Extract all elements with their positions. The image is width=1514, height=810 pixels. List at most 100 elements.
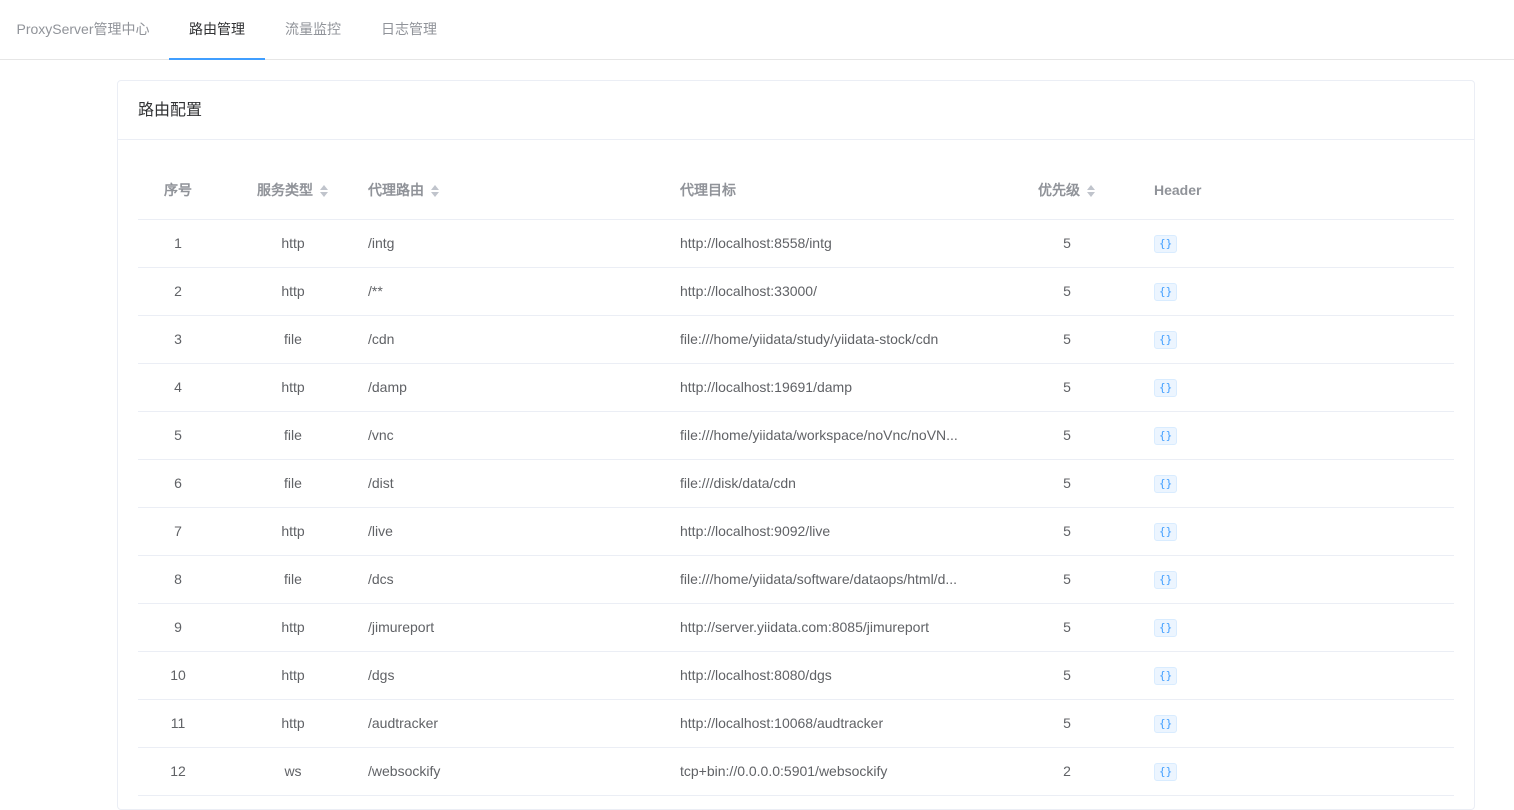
header-tag[interactable]: {} <box>1154 234 1178 253</box>
cell-index: 7 <box>138 507 218 556</box>
tab-traffic-monitor[interactable]: 流量监控 <box>265 0 361 60</box>
table-row: 10 http /dgs http://localhost:8080/dgs 5… <box>138 651 1454 700</box>
cell-index: 11 <box>138 699 218 748</box>
cell-index: 6 <box>138 459 218 508</box>
header-tag[interactable]: {} <box>1154 522 1178 541</box>
table-row: 2 http /** http://localhost:33000/ 5 {} <box>138 267 1454 316</box>
cell-type: file <box>218 555 368 604</box>
cell-route: /vnc <box>368 411 680 460</box>
cell-type: http <box>218 603 368 652</box>
col-route[interactable]: 代理路由 <box>368 161 680 220</box>
sort-caret-icon[interactable] <box>430 184 440 198</box>
sort-caret-icon[interactable] <box>319 184 329 198</box>
cell-priority: 5 <box>992 315 1142 364</box>
header-tag[interactable]: {} <box>1154 714 1178 733</box>
header-tag[interactable]: {} <box>1154 426 1178 445</box>
cell-target: http://server.yiidata.com:8085/jimurepor… <box>680 603 992 652</box>
nav-brand[interactable]: ProxyServer管理中心 <box>0 0 166 60</box>
cell-target: file:///home/yiidata/software/dataops/ht… <box>680 555 992 604</box>
cell-target: file:///home/yiidata/workspace/noVnc/noV… <box>680 411 992 460</box>
header-tag[interactable]: {} <box>1154 618 1178 637</box>
header-tag[interactable]: {} <box>1154 378 1178 397</box>
cell-priority: 5 <box>992 555 1142 604</box>
col-index: 序号 <box>138 161 218 220</box>
route-table-wrap: 序号 服务类型 代理路由 代理目标 优先级 Header 1 http /int… <box>138 161 1454 796</box>
cell-header: {} <box>1142 363 1454 412</box>
cell-index: 1 <box>138 219 218 268</box>
table-row: 8 file /dcs file:///home/yiidata/softwar… <box>138 555 1454 604</box>
cell-route: /cdn <box>368 315 680 364</box>
table-header-row: 序号 服务类型 代理路由 代理目标 优先级 Header <box>138 161 1454 220</box>
table-row: 11 http /audtracker http://localhost:100… <box>138 699 1454 748</box>
cell-type: file <box>218 315 368 364</box>
cell-header: {} <box>1142 507 1454 556</box>
cell-route: /websockify <box>368 747 680 796</box>
cell-priority: 5 <box>992 651 1142 700</box>
cell-route: /live <box>368 507 680 556</box>
cell-index: 3 <box>138 315 218 364</box>
cell-header: {} <box>1142 747 1454 796</box>
table-row: 9 http /jimureport http://server.yiidata… <box>138 603 1454 652</box>
cell-target: http://localhost:10068/audtracker <box>680 699 992 748</box>
col-type[interactable]: 服务类型 <box>218 161 368 220</box>
table-row: 5 file /vnc file:///home/yiidata/workspa… <box>138 411 1454 460</box>
table-row: 4 http /damp http://localhost:19691/damp… <box>138 363 1454 412</box>
route-table: 序号 服务类型 代理路由 代理目标 优先级 Header 1 http /int… <box>138 161 1454 796</box>
sort-caret-icon[interactable] <box>1086 184 1096 198</box>
cell-route: /audtracker <box>368 699 680 748</box>
table-row: 7 http /live http://localhost:9092/live … <box>138 507 1454 556</box>
cell-route: /dcs <box>368 555 680 604</box>
header-tag[interactable]: {} <box>1154 474 1178 493</box>
table-row: 12 ws /websockify tcp+bin://0.0.0.0:5901… <box>138 747 1454 796</box>
cell-target: tcp+bin://0.0.0.0:5901/websockify <box>680 747 992 796</box>
cell-target: http://localhost:8558/intg <box>680 219 992 268</box>
cell-route: /dist <box>368 459 680 508</box>
cell-header: {} <box>1142 411 1454 460</box>
cell-index: 8 <box>138 555 218 604</box>
cell-type: http <box>218 267 368 316</box>
col-target: 代理目标 <box>680 161 992 220</box>
header-tag[interactable]: {} <box>1154 282 1178 301</box>
cell-index: 10 <box>138 651 218 700</box>
card-title: 路由配置 <box>118 81 1474 140</box>
cell-header: {} <box>1142 699 1454 748</box>
cell-header: {} <box>1142 555 1454 604</box>
cell-route: /intg <box>368 219 680 268</box>
cell-target: http://localhost:9092/live <box>680 507 992 556</box>
route-config-card: 路由配置 序号 服务类型 代理路由 代理目标 优先级 Header 1 http… <box>117 80 1475 810</box>
cell-header: {} <box>1142 267 1454 316</box>
col-header: Header <box>1142 161 1454 220</box>
cell-index: 12 <box>138 747 218 796</box>
cell-target: file:///home/yiidata/study/yiidata-stock… <box>680 315 992 364</box>
cell-priority: 2 <box>992 747 1142 796</box>
cell-route: /** <box>368 267 680 316</box>
cell-target: http://localhost:8080/dgs <box>680 651 992 700</box>
tab-route-management[interactable]: 路由管理 <box>169 0 265 60</box>
cell-type: http <box>218 363 368 412</box>
header-tag[interactable]: {} <box>1154 762 1178 781</box>
tab-log-management[interactable]: 日志管理 <box>361 0 457 60</box>
cell-type: file <box>218 411 368 460</box>
col-priority[interactable]: 优先级 <box>992 161 1142 220</box>
header-tag[interactable]: {} <box>1154 330 1178 349</box>
cell-index: 9 <box>138 603 218 652</box>
cell-type: http <box>218 651 368 700</box>
cell-index: 4 <box>138 363 218 412</box>
cell-priority: 5 <box>992 603 1142 652</box>
cell-header: {} <box>1142 315 1454 364</box>
cell-type: file <box>218 459 368 508</box>
cell-type: http <box>218 507 368 556</box>
cell-index: 2 <box>138 267 218 316</box>
cell-header: {} <box>1142 651 1454 700</box>
header-tag[interactable]: {} <box>1154 666 1178 685</box>
cell-target: http://localhost:33000/ <box>680 267 992 316</box>
cell-priority: 5 <box>992 699 1142 748</box>
cell-route: /dgs <box>368 651 680 700</box>
header-tag[interactable]: {} <box>1154 570 1178 589</box>
cell-type: ws <box>218 747 368 796</box>
table-row: 1 http /intg http://localhost:8558/intg … <box>138 219 1454 268</box>
top-nav: ProxyServer管理中心 路由管理 流量监控 日志管理 <box>0 0 1514 60</box>
cell-priority: 5 <box>992 507 1142 556</box>
cell-priority: 5 <box>992 267 1142 316</box>
cell-target: http://localhost:19691/damp <box>680 363 992 412</box>
